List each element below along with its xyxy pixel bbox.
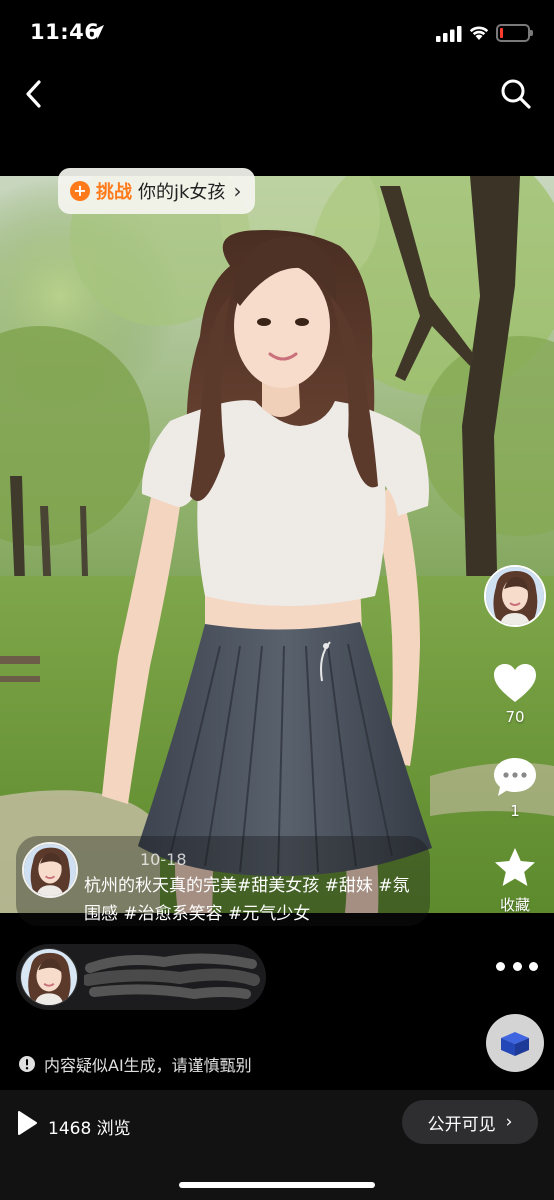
dot-icon [512, 961, 522, 971]
back-button[interactable] [16, 76, 52, 112]
post-photo[interactable] [0, 176, 554, 913]
search-button[interactable] [498, 76, 534, 112]
avatar-image [21, 949, 77, 1005]
challenge-topic: 你的jk女孩 [138, 182, 226, 203]
wifi-icon [469, 26, 489, 40]
warning-icon [19, 1056, 35, 1072]
more-options-button[interactable] [492, 954, 542, 978]
caption-box[interactable]: 10-18 杭州的秋天真的完美#甜美女孩 #甜妹 #氛围感 #治愈系笑容 #元气… [16, 836, 430, 926]
challenge-pill[interactable]: + 挑战 你的jk女孩 › [58, 168, 256, 214]
post-date: 10-18 [140, 850, 187, 869]
dot-icon [529, 961, 538, 971]
post-caption: 杭州的秋天真的完美#甜美女孩 #甜妹 #氛围感 #治愈系笑容 #元气少女 [84, 872, 424, 928]
avatar-image [24, 844, 76, 896]
cellular-signal-icon [436, 26, 462, 42]
battery-level [500, 28, 503, 38]
chevron-right-icon: › [233, 179, 242, 203]
challenge-plus-icon: + [70, 181, 90, 201]
ai-notice-text: 内容疑似AI生成，请谨慎甄别 [44, 1056, 252, 1075]
play-button[interactable] [16, 1110, 38, 1140]
battery-icon [496, 24, 533, 42]
redacted-name [84, 953, 260, 1000]
comment-button[interactable]: 1 [485, 756, 545, 820]
dot-icon [496, 961, 505, 971]
visibility-label: 公开可见 [427, 1114, 496, 1135]
visibility-button[interactable]: 公开可见 › [402, 1100, 538, 1144]
chevron-left-icon [26, 80, 41, 108]
bottom-bar: 1468 浏览 公开可见 › [0, 1090, 554, 1200]
star-icon [495, 848, 535, 886]
favorite-button[interactable]: 收藏 [485, 846, 545, 915]
status-bar: 11:46 [0, 0, 554, 66]
heart-icon [494, 664, 536, 702]
caption-prefix: 杭州的秋天真的完美 [84, 876, 237, 896]
author-row[interactable] [16, 944, 266, 1010]
challenge-tag: 挑战 [96, 182, 132, 203]
location-arrow-icon [90, 25, 104, 39]
favorite-label: 收藏 [499, 896, 530, 914]
like-count: 70 [505, 708, 525, 726]
author-row-avatar[interactable] [20, 948, 78, 1006]
comment-count: 1 [510, 802, 520, 820]
view-count: 1468 浏览 [48, 1119, 131, 1139]
comment-icon [494, 758, 536, 796]
avatar-image [486, 567, 544, 625]
chevron-right-icon: › [505, 1112, 513, 1132]
ai-notice: 内容疑似AI生成，请谨慎甄别 [18, 1052, 252, 1076]
search-icon [501, 79, 531, 109]
caption-avatar[interactable] [22, 842, 78, 898]
author-avatar[interactable] [484, 565, 546, 627]
park-girl-image [0, 176, 554, 913]
floating-box-button[interactable] [486, 1014, 544, 1072]
blue-box-icon [501, 1032, 529, 1056]
like-button[interactable]: 70 [485, 662, 545, 726]
play-icon [18, 1111, 37, 1135]
home-indicator [179, 1182, 375, 1188]
